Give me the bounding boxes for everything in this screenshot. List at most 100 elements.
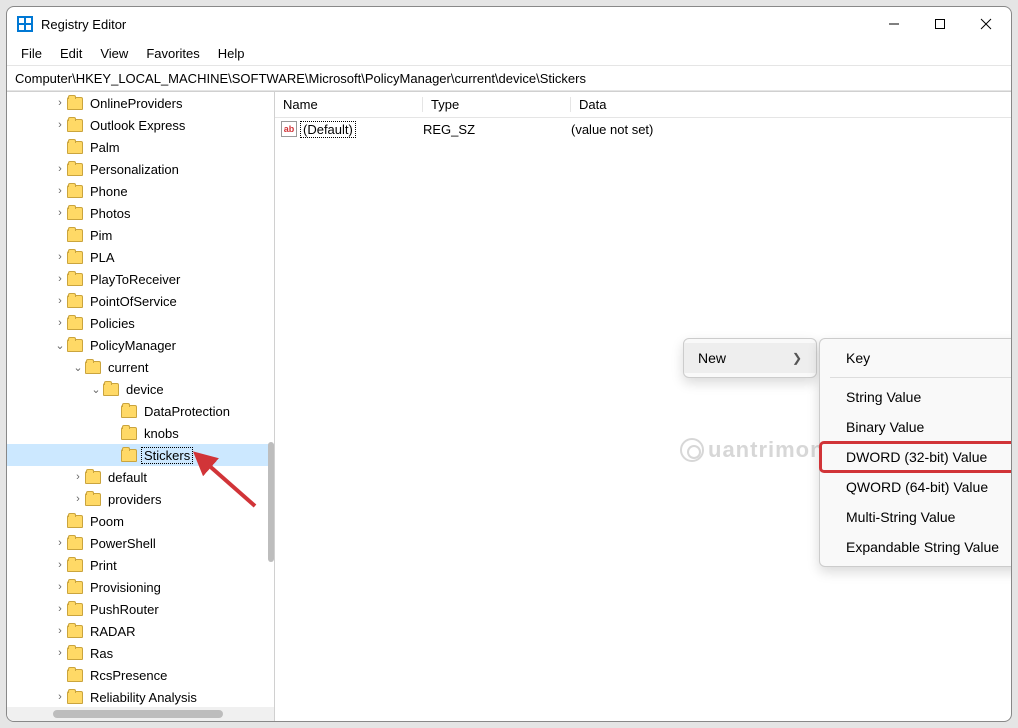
maximize-button[interactable] (917, 7, 963, 41)
minimize-button[interactable] (871, 7, 917, 41)
chevron-right-icon[interactable]: › (53, 185, 67, 197)
tree-item-poom[interactable]: Poom (7, 510, 274, 532)
chevron-down-icon[interactable]: ⌄ (89, 383, 103, 396)
tree-item-reliability-analysis[interactable]: ›Reliability Analysis (7, 686, 274, 708)
folder-icon (103, 383, 119, 396)
tree-item-palm[interactable]: Palm (7, 136, 274, 158)
folder-icon (67, 603, 83, 616)
scrollbar-thumb[interactable] (53, 710, 223, 718)
value-row[interactable]: ab (Default) REG_SZ (value not set) (275, 118, 1011, 140)
menu-edit[interactable]: Edit (52, 44, 90, 63)
context-submenu-new: Key String Value Binary Value DWORD (32-… (819, 338, 1011, 567)
tree-item-radar[interactable]: ›RADAR (7, 620, 274, 642)
tree-item-ras[interactable]: ›Ras (7, 642, 274, 664)
tree-item-stickers[interactable]: Stickers (7, 444, 274, 466)
tree-item-knobs[interactable]: knobs (7, 422, 274, 444)
tree-item-personalization[interactable]: › Personalization (7, 158, 274, 180)
submenu-dword-value[interactable]: DWORD (32-bit) Value (820, 442, 1011, 472)
chevron-right-icon[interactable]: › (53, 163, 67, 175)
tree-item-providers[interactable]: › providers (7, 488, 274, 510)
folder-icon (67, 229, 83, 242)
string-value-icon: ab (281, 121, 297, 137)
tree-item-photos[interactable]: ›Photos (7, 202, 274, 224)
close-button[interactable] (963, 7, 1009, 41)
submenu-string-value[interactable]: String Value (820, 382, 1011, 412)
chevron-right-icon[interactable]: › (53, 691, 67, 703)
tree-item-current[interactable]: ⌄current (7, 356, 274, 378)
chevron-down-icon[interactable]: ⌄ (71, 361, 85, 374)
tree-item-outlook-express[interactable]: ›Outlook Express (7, 114, 274, 136)
tree-item-powershell[interactable]: ›PowerShell (7, 532, 274, 554)
chevron-right-icon[interactable]: › (53, 537, 67, 549)
chevron-right-icon[interactable]: › (53, 295, 67, 307)
folder-icon (67, 691, 83, 704)
tree-horizontal-scrollbar[interactable] (7, 707, 274, 721)
tree-item-print[interactable]: › Print (7, 554, 274, 576)
tree-item-provisioning[interactable]: › Provisioning (7, 576, 274, 598)
value-type: REG_SZ (423, 122, 571, 137)
chevron-right-icon[interactable]: › (53, 273, 67, 285)
chevron-right-icon[interactable]: › (53, 603, 67, 615)
tree-item-playtoreceiver[interactable]: › PlayToReceiver (7, 268, 274, 290)
tree-label: Personalization (88, 162, 181, 177)
tree-label: Provisioning (88, 580, 163, 595)
value-data: (value not set) (571, 122, 1011, 137)
tree-item-phone[interactable]: › Phone (7, 180, 274, 202)
chevron-right-icon[interactable]: › (53, 207, 67, 219)
tree-item-pointofservice[interactable]: ›PointOfService (7, 290, 274, 312)
titlebar[interactable]: Registry Editor (7, 7, 1011, 41)
tree-label: providers (106, 492, 163, 507)
menu-file[interactable]: File (13, 44, 50, 63)
folder-icon (67, 559, 83, 572)
chevron-right-icon[interactable]: › (53, 581, 67, 593)
tree-label: PlayToReceiver (88, 272, 182, 287)
chevron-right-icon[interactable]: › (53, 251, 67, 263)
tree-pane[interactable]: ›OnlineProviders›Outlook ExpressPalm › Per… (7, 92, 275, 721)
chevron-right-icon[interactable]: › (71, 493, 85, 505)
chevron-right-icon[interactable]: › (53, 97, 67, 109)
chevron-right-icon[interactable]: › (53, 119, 67, 131)
tree-item-policies[interactable]: ›Policies (7, 312, 274, 334)
tree-item-policymanager[interactable]: ⌄PolicyManager (7, 334, 274, 356)
list-pane[interactable]: Name Type Data ab (Default) REG_SZ (valu… (275, 92, 1011, 721)
submenu-binary-value[interactable]: Binary Value (820, 412, 1011, 442)
app-icon (17, 16, 33, 32)
tree-item-pim[interactable]: Pim (7, 224, 274, 246)
tree-label: Print (88, 558, 119, 573)
submenu-multistring-value[interactable]: Multi-String Value (820, 502, 1011, 532)
tree-label: Phone (88, 184, 130, 199)
tree-item-onlineproviders[interactable]: ›OnlineProviders (7, 92, 274, 114)
menu-help[interactable]: Help (210, 44, 253, 63)
tree-label: RcsPresence (88, 668, 169, 683)
tree-scroll[interactable]: ›OnlineProviders›Outlook ExpressPalm › Per… (7, 92, 274, 721)
folder-icon (67, 119, 83, 132)
column-name[interactable]: Name (275, 97, 423, 112)
submenu-qword-value[interactable]: QWORD (64-bit) Value (820, 472, 1011, 502)
tree-item-pla[interactable]: › PLA (7, 246, 274, 268)
menu-favorites[interactable]: Favorites (138, 44, 207, 63)
tree-item-default[interactable]: ›default (7, 466, 274, 488)
chevron-down-icon[interactable]: ⌄ (53, 339, 67, 352)
window-controls (871, 7, 1009, 41)
folder-icon (67, 141, 83, 154)
tree-vertical-scrollbar[interactable] (268, 442, 274, 562)
address-bar[interactable]: Computer\HKEY_LOCAL_MACHINE\SOFTWARE\Mic… (7, 65, 1011, 91)
chevron-right-icon[interactable]: › (71, 471, 85, 483)
submenu-expandable-value[interactable]: Expandable String Value (820, 532, 1011, 562)
tree-label: knobs (142, 426, 181, 441)
tree-item-rcspresence[interactable]: RcsPresence (7, 664, 274, 686)
tree-label: PLA (88, 250, 117, 265)
chevron-right-icon[interactable]: › (53, 317, 67, 329)
menu-view[interactable]: View (92, 44, 136, 63)
chevron-right-icon[interactable]: › (53, 559, 67, 571)
chevron-right-icon[interactable]: › (53, 647, 67, 659)
column-type[interactable]: Type (423, 97, 571, 112)
submenu-key[interactable]: Key (820, 343, 1011, 373)
context-new[interactable]: New ❯ (684, 343, 816, 373)
tree-item-device[interactable]: ⌄device (7, 378, 274, 400)
tree-item-pushrouter[interactable]: ›PushRouter (7, 598, 274, 620)
column-data[interactable]: Data (571, 97, 1011, 112)
tree-item-dataprotection[interactable]: DataProtection (7, 400, 274, 422)
address-text: Computer\HKEY_LOCAL_MACHINE\SOFTWARE\Mic… (15, 71, 586, 86)
chevron-right-icon[interactable]: › (53, 625, 67, 637)
